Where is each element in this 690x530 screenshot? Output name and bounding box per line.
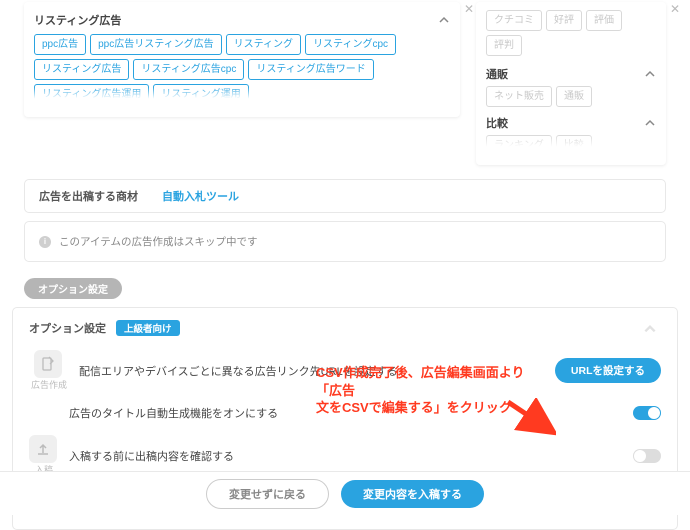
tag[interactable]: 好評	[546, 10, 582, 31]
confirm-toggle[interactable]	[633, 449, 661, 463]
skip-alert: i このアイテムの広告作成はスキップ中です	[24, 221, 666, 262]
compare-title: 比較	[486, 115, 508, 131]
set-url-button[interactable]: URLを設定する	[555, 358, 661, 383]
option-row-autotitle: 広告のタイトル自動生成機能をオンにする	[29, 391, 661, 421]
listing-ads-panel: ✕ リスティング広告 ppc広告 ppc広告リスティング広告 リスティング リス…	[24, 2, 460, 117]
product-row-label: 広告を出稿する商材	[39, 188, 138, 204]
row-icon-caption: 広告作成	[31, 378, 67, 391]
tag[interactable]: ランキング	[486, 135, 552, 153]
tag[interactable]: リスティング広告cpc	[133, 59, 244, 80]
footer-back-button[interactable]: 変更せずに戻る	[206, 479, 329, 509]
product-row: 広告を出稿する商材 自動入札ツール	[24, 179, 666, 213]
tag[interactable]: ppc広告	[34, 34, 86, 55]
chevron-up-icon	[643, 322, 655, 334]
alert-text: このアイテムの広告作成はスキップ中です	[59, 234, 257, 249]
tag[interactable]: クチコミ	[486, 10, 542, 31]
ecommerce-title: 通販	[486, 66, 508, 82]
compare-header[interactable]: 比較	[486, 109, 656, 135]
chevron-up-icon	[438, 14, 450, 26]
compare-tags: ランキング 比較	[486, 135, 656, 153]
review-tags: クチコミ 好評 評価 評判	[486, 10, 656, 56]
tag[interactable]: リスティング広告ワード	[248, 59, 373, 80]
listing-ads-title: リスティング広告	[34, 12, 121, 28]
footer-bar: 変更せずに戻る 変更内容を入稿する	[0, 471, 690, 515]
ecommerce-header[interactable]: 通販	[486, 60, 656, 86]
auto-bid-tool-link[interactable]: 自動入札ツール	[162, 188, 239, 204]
chevron-up-icon	[644, 117, 656, 129]
doc-edit-icon	[34, 350, 62, 378]
listing-ads-tags: ppc広告 ppc広告リスティング広告 リスティング リスティングcpc リステ…	[34, 34, 450, 105]
listing-ads-header[interactable]: リスティング広告	[34, 10, 450, 34]
tag[interactable]: 比較	[556, 135, 592, 153]
tag[interactable]: ppc広告リスティング広告	[90, 34, 222, 55]
option-row-confirm: 入稿 入稿する前に出稿内容を確認する	[29, 421, 661, 476]
options-section-label: オプション設定	[24, 278, 122, 299]
options-header[interactable]: オプション設定 上級者向け	[29, 320, 661, 336]
options-title: オプション設定	[29, 320, 106, 336]
info-icon: i	[39, 236, 51, 248]
tag[interactable]: 評価	[586, 10, 622, 31]
option-row-autotitle-label: 広告のタイトル自動生成機能をオンにする	[69, 408, 278, 420]
footer-submit-button[interactable]: 変更内容を入稿する	[341, 480, 484, 508]
tag[interactable]: リスティング広告運用	[34, 84, 149, 105]
autotitle-toggle[interactable]	[633, 406, 661, 420]
advanced-badge: 上級者向け	[116, 320, 180, 336]
tag[interactable]: リスティング広告	[34, 59, 129, 80]
close-icon[interactable]: ✕	[670, 2, 680, 16]
tag[interactable]: ネット販売	[486, 86, 552, 107]
tag[interactable]: 通販	[556, 86, 592, 107]
tag[interactable]: リスティング	[226, 34, 301, 55]
option-row-url-label: 配信エリアやデバイスごとに異なる広告リンク先URLを設定する	[79, 366, 398, 378]
related-categories-panel: ✕ クチコミ 好評 評価 評判 通販 ネット販売 通販 比較 ランキング 比較	[476, 2, 666, 165]
option-row-url: 広告作成 配信エリアやデバイスごとに異なる広告リンク先URLを設定する URLを…	[29, 336, 661, 391]
chevron-up-icon	[644, 68, 656, 80]
close-icon[interactable]: ✕	[464, 2, 474, 16]
tag[interactable]: リスティング運用	[153, 84, 248, 105]
ecommerce-tags: ネット販売 通販	[486, 86, 656, 107]
tag[interactable]: 評判	[486, 35, 522, 56]
option-row-confirm-label: 入稿する前に出稿内容を確認する	[69, 451, 234, 463]
upload-icon	[29, 435, 57, 463]
tag[interactable]: リスティングcpc	[305, 34, 396, 55]
